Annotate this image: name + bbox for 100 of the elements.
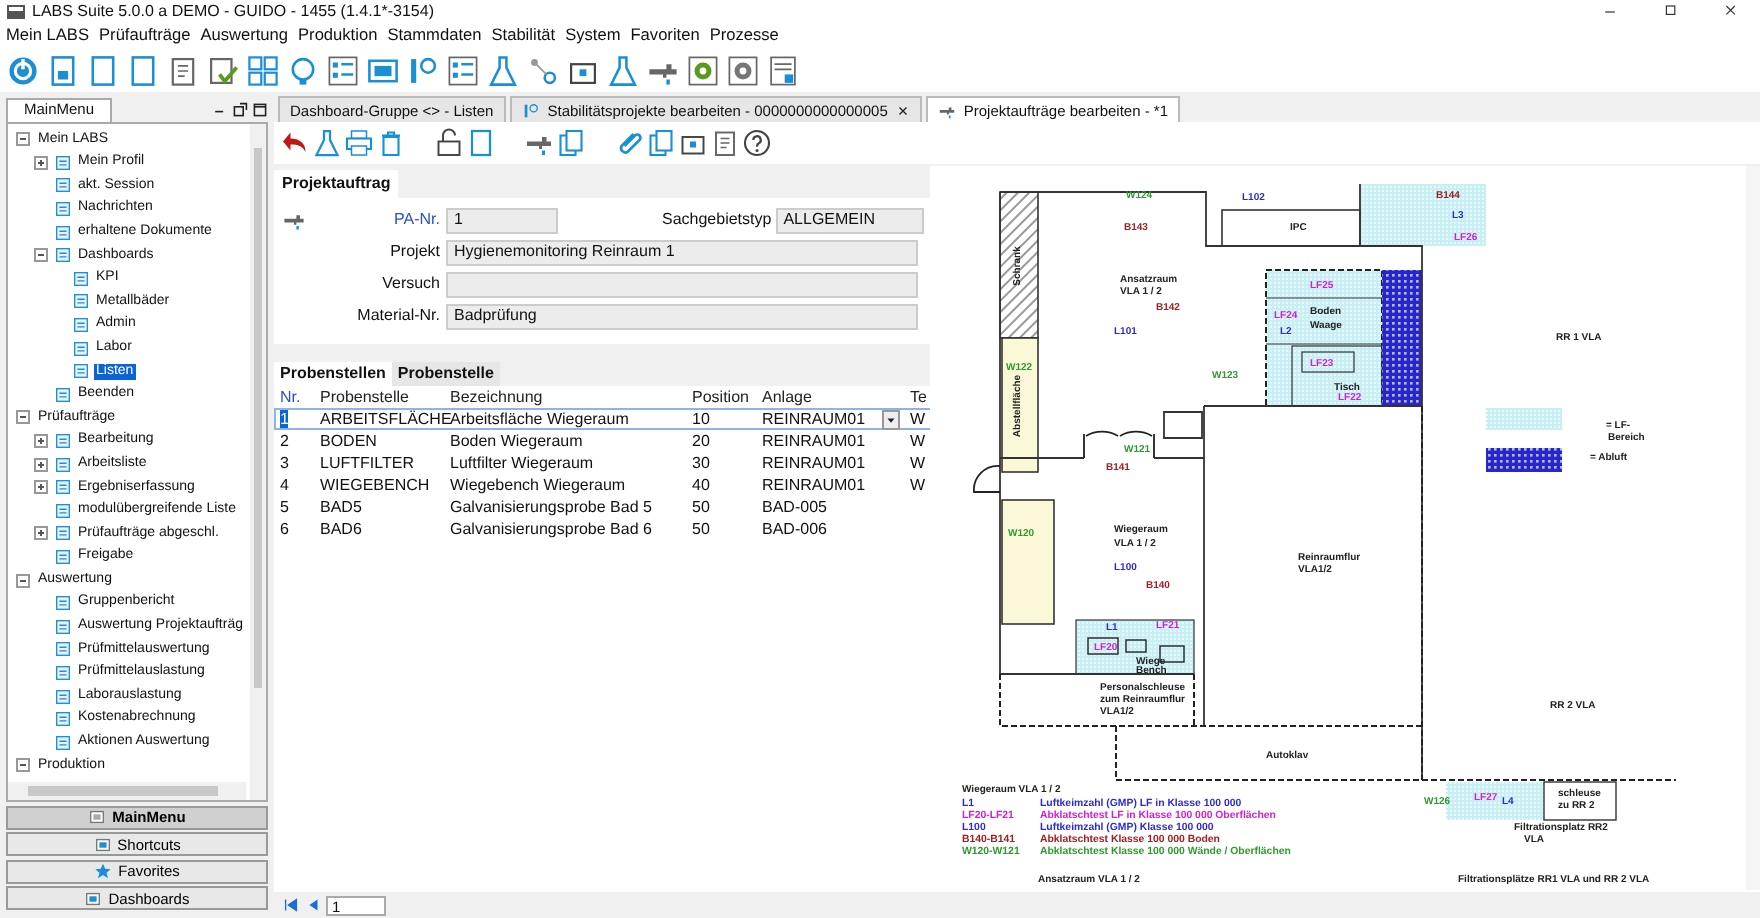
scrollbar[interactable]: [8, 782, 246, 800]
input-field[interactable]: 1: [446, 207, 558, 233]
page-icon: [54, 223, 72, 242]
page-icon: [54, 176, 72, 195]
flask-icon[interactable]: [486, 53, 520, 87]
checklist-icon[interactable]: [166, 53, 200, 87]
scrollbar[interactable]: [250, 124, 266, 800]
page-icon: [54, 385, 72, 404]
tube-icon[interactable]: [406, 53, 440, 87]
expand-icon[interactable]: [34, 155, 48, 170]
column-header[interactable]: Probenstelle: [314, 387, 444, 407]
table-cell: Boden Wiegeraum: [450, 431, 583, 450]
collapse-icon[interactable]: [16, 132, 30, 147]
list-icon[interactable]: [446, 53, 480, 87]
page-icon: [72, 269, 90, 288]
table-cell: W: [910, 475, 926, 494]
page-icon: [54, 478, 72, 497]
page-icon: [54, 501, 72, 520]
bulb-icon[interactable]: [286, 53, 320, 87]
table-cell: WIEGEBENCH: [320, 475, 430, 494]
document-icon[interactable]: [126, 53, 160, 87]
table-cell: BAD-005: [762, 497, 827, 516]
list-icon[interactable]: [326, 53, 360, 87]
table-cell: 30: [692, 453, 710, 472]
column-header[interactable]: Te: [904, 387, 928, 407]
column-header[interactable]: Nr.: [274, 387, 314, 407]
menu-item[interactable]: Auswertung: [200, 26, 289, 46]
input-field[interactable]: Badprüfung: [446, 303, 918, 329]
collapse-icon[interactable]: [16, 410, 30, 425]
field-label: Sachgebietstyp: [662, 210, 772, 230]
column-header[interactable]: Position: [686, 387, 756, 407]
close-icon[interactable]: [895, 103, 910, 117]
page-icon: [54, 687, 72, 706]
table-cell: ARBEITSFLÄCHE: [320, 409, 452, 428]
menu-item[interactable]: Favoriten: [630, 26, 700, 46]
input-field[interactable]: Hygienemonitoring Reinraum 1: [446, 239, 918, 265]
page-icon: [72, 316, 90, 335]
flask-icon[interactable]: [312, 128, 342, 158]
power-icon[interactable]: [6, 53, 40, 87]
undock-icon[interactable]: [232, 102, 248, 118]
field-label: Projekt: [388, 242, 442, 262]
collapse-icon[interactable]: [34, 248, 48, 263]
check-document-icon[interactable]: [206, 53, 240, 87]
first-page-icon[interactable]: [282, 896, 300, 914]
table-cell: 3: [280, 453, 289, 472]
menu-item[interactable]: Prüfaufträge: [99, 26, 191, 46]
menu-item[interactable]: Prozesse: [709, 26, 779, 46]
lock-icon[interactable]: [434, 128, 464, 158]
page-icon: [72, 339, 90, 358]
table-cell: 50: [692, 497, 710, 516]
page-icon: [54, 432, 72, 451]
grid-icon[interactable]: [246, 53, 280, 87]
copy-icon[interactable]: [556, 128, 586, 158]
checklist-icon[interactable]: [710, 128, 740, 158]
page-icon: [54, 640, 72, 659]
table-cell: 10: [692, 409, 710, 428]
form-icon[interactable]: [766, 53, 800, 87]
page-icon: [54, 617, 72, 636]
table-cell: 6: [280, 519, 289, 538]
previous-page-icon[interactable]: [304, 896, 322, 914]
expand-icon[interactable]: [34, 526, 48, 541]
menu-item[interactable]: Stammdaten: [387, 26, 482, 46]
table-cell: REINRAUM01: [762, 409, 866, 428]
trash-icon[interactable]: [376, 128, 406, 158]
table-cell: REINRAUM01: [762, 453, 866, 472]
paperclip-icon[interactable]: [614, 128, 644, 158]
table-cell: REINRAUM01: [762, 431, 866, 450]
page-icon: [54, 455, 72, 474]
table-cell: Wiegebench Wiegeraum: [450, 475, 626, 494]
menu-item[interactable]: Mein LABS: [6, 26, 90, 46]
tap-icon: [937, 101, 956, 119]
collapse-icon[interactable]: [16, 573, 30, 588]
gear-icon[interactable]: [726, 53, 760, 87]
gear-icon[interactable]: [686, 53, 720, 87]
expand-icon[interactable]: [34, 457, 48, 472]
table-cell: BAD-006: [762, 519, 827, 538]
field-label: Versuch: [380, 274, 442, 294]
star-icon: [94, 862, 113, 880]
collapse-icon[interactable]: [16, 758, 30, 773]
dropdown-icon[interactable]: [882, 409, 900, 430]
document-icon[interactable]: [86, 53, 120, 87]
input-field[interactable]: [446, 271, 918, 297]
table-cell: 50: [692, 519, 710, 538]
table-cell: REINRAUM01: [762, 475, 866, 494]
help-icon[interactable]: [742, 128, 772, 158]
expand-icon[interactable]: [34, 434, 48, 449]
column-header[interactable]: Anlage: [756, 387, 904, 407]
menu-item[interactable]: System: [565, 26, 621, 46]
menu-item[interactable]: Produktion: [298, 26, 378, 46]
menu-item[interactable]: Stabilität: [491, 26, 556, 46]
subtab[interactable]: Probenstellen: [274, 362, 392, 386]
printer-icon[interactable]: [344, 128, 374, 158]
section-tab[interactable]: Projektauftrag: [274, 170, 399, 198]
maximize-icon[interactable]: [252, 102, 268, 118]
column-header[interactable]: Bezeichnung: [444, 387, 686, 407]
table-cell: 20: [692, 431, 710, 450]
subtab[interactable]: Probenstelle: [391, 362, 500, 386]
expand-icon[interactable]: [34, 480, 48, 495]
table-cell: 4: [280, 475, 289, 494]
input-field[interactable]: ALLGEMEIN: [775, 207, 924, 233]
